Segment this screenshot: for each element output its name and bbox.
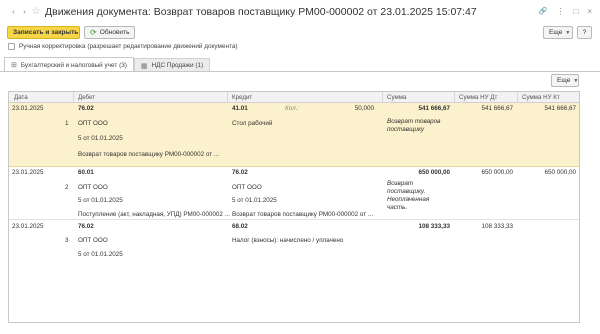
tab-accounting[interactable]: ⊞ Бухгалтерский и налоговый учет (3): [4, 57, 134, 72]
credit-subconto-3: Возврат товаров поставщику РМ00-000002 о…: [232, 211, 374, 218]
row-number: 3: [65, 237, 69, 244]
debit-subconto-2: 5 от 01.01.2025: [78, 197, 123, 204]
column-separator: [227, 92, 228, 103]
row-sum: 541 666,67: [418, 105, 450, 112]
debit-account: 76.02: [78, 105, 94, 112]
accounting-register-icon: ⊞: [11, 62, 17, 69]
column-separator: [454, 92, 455, 103]
close-icon[interactable]: ×: [587, 7, 592, 16]
col-sum-nu-kt[interactable]: Сумма НУ Кт: [522, 94, 560, 101]
more-button[interactable]: Еще ▼: [543, 26, 573, 39]
sum-note: Возврат поставщику. Неоплаченная часть.: [387, 180, 430, 211]
debit-subconto-2: 5 от 01.01.2025: [78, 135, 123, 142]
column-separator: [517, 92, 518, 103]
tab-divider: [0, 71, 600, 72]
debit-subconto-1: ОПТ ООО: [78, 184, 108, 191]
panel-more-button[interactable]: Еще ▼: [551, 74, 579, 87]
forward-icon[interactable]: ›: [19, 6, 30, 17]
link-icon[interactable]: 🔗: [539, 7, 548, 16]
window-controls: 🔗 ⋮ □ ×: [539, 7, 592, 16]
row-number: 1: [65, 120, 69, 127]
entries-table[interactable]: Дата Дебет Кредит Сумма Сумма НУ Дт Сумм…: [8, 91, 580, 323]
col-sum-nu-dt[interactable]: Сумма НУ Дт: [459, 94, 497, 101]
credit-subconto-1: Стол рабочий: [232, 120, 273, 127]
chevron-down-icon: ▼: [573, 77, 579, 84]
manual-correction-row: Ручная корректировка (разрешает редактир…: [8, 43, 238, 50]
row-date: 23.01.2025: [12, 223, 44, 230]
credit-subconto-1: ОПТ ООО: [232, 184, 262, 191]
col-sum[interactable]: Сумма: [387, 94, 406, 101]
table-row[interactable]: 23.01.2025 3 76.02 ОПТ ООО 5 от 01.01.20…: [9, 219, 579, 271]
credit-account: 76.02: [232, 169, 248, 176]
col-credit[interactable]: Кредит: [232, 94, 252, 101]
credit-subconto-2: 5 от 01.01.2025: [232, 197, 277, 204]
column-separator: [73, 92, 74, 103]
row-sum-nu-dt: 108 333,33: [481, 223, 513, 230]
table-header: Дата Дебет Кредит Сумма Сумма НУ Дт Сумм…: [9, 92, 579, 103]
table-row[interactable]: 23.01.2025 1 76.02 ОПТ ООО 5 от 01.01.20…: [9, 103, 579, 167]
debit-account: 76.02: [78, 223, 94, 230]
row-number: 2: [65, 184, 69, 191]
more-vertical-icon[interactable]: ⋮: [556, 7, 564, 16]
window-title: Движения документа: Возврат товаров пост…: [45, 6, 477, 18]
sum-note: Возврат товаров поставщику: [387, 118, 441, 133]
help-button[interactable]: ?: [577, 26, 592, 39]
manual-correction-label: Ручная корректировка (разрешает редактир…: [19, 43, 238, 50]
credit-subconto-1: Налог (взносы): начислено / уплачено: [232, 237, 344, 244]
debit-subconto-1: ОПТ ООО: [78, 237, 108, 244]
help-label: ?: [582, 29, 587, 36]
refresh-icon: ⟳: [90, 28, 97, 37]
toolbar: Записать и закрыть ⟳ Обновить Еще ▼ ?: [0, 26, 600, 40]
debit-subconto-3: Поступление (акт, накладная, УПД) РМ00-0…: [78, 211, 230, 218]
vat-register-icon: ▦: [140, 62, 148, 70]
row-sum: 650 000,00: [418, 169, 450, 176]
save-and-close-label: Записать и закрыть: [13, 29, 79, 36]
tab-vat-sales-label: НДС Продажи (1): [151, 62, 204, 69]
debit-subconto-1: ОПТ ООО: [78, 120, 108, 127]
chevron-down-icon: ▼: [565, 29, 571, 36]
col-debit[interactable]: Дебет: [78, 94, 95, 101]
debit-subconto-3: Возврат товаров поставщику РМ00-000002 о…: [78, 151, 220, 158]
window-scrollbar[interactable]: [592, 76, 598, 323]
column-separator: [382, 92, 383, 103]
debit-account: 60.01: [78, 169, 94, 176]
row-date: 23.01.2025: [12, 105, 44, 112]
row-sum: 108 333,33: [418, 223, 450, 230]
tab-vat-sales[interactable]: ▦ НДС Продажи (1): [133, 58, 211, 72]
manual-correction-checkbox[interactable]: [8, 43, 15, 50]
credit-account: 41.01: [232, 105, 248, 112]
favorite-star-icon[interactable]: ☆: [30, 6, 42, 18]
col-date[interactable]: Дата: [14, 94, 28, 101]
save-and-close-button[interactable]: Записать и закрыть: [7, 26, 80, 39]
credit-account: 68.02: [232, 223, 248, 230]
tab-accounting-label: Бухгалтерский и налоговый учет (3): [20, 61, 127, 69]
row-sum-nu-dt: 541 666,67: [481, 105, 513, 112]
refresh-label: Обновить: [99, 29, 130, 36]
back-icon[interactable]: ‹: [8, 6, 19, 17]
tabs: ⊞ Бухгалтерский и налоговый учет (3) ▦ Н…: [4, 56, 211, 72]
table-row[interactable]: 23.01.2025 2 60.01 ОПТ ООО 5 от 01.01.20…: [9, 167, 579, 219]
row-sum-nu-kt: 541 666,67: [544, 105, 576, 112]
row-sum-nu-dt: 650 000,00: [481, 169, 513, 176]
more-label: Еще: [549, 29, 563, 36]
row-sum-nu-kt: 650 000,00: [544, 169, 576, 176]
maximize-icon[interactable]: □: [573, 7, 578, 16]
refresh-button[interactable]: ⟳ Обновить: [84, 26, 135, 39]
panel-more-label: Еще: [557, 77, 571, 84]
quantity-value: 50,000: [354, 105, 374, 112]
title-bar: ‹ › ☆ Движения документа: Возврат товаро…: [0, 0, 600, 24]
debit-subconto-2: 5 от 01.01.2025: [78, 251, 123, 258]
quantity-label: Кол.:: [285, 105, 300, 112]
row-date: 23.01.2025: [12, 169, 44, 176]
